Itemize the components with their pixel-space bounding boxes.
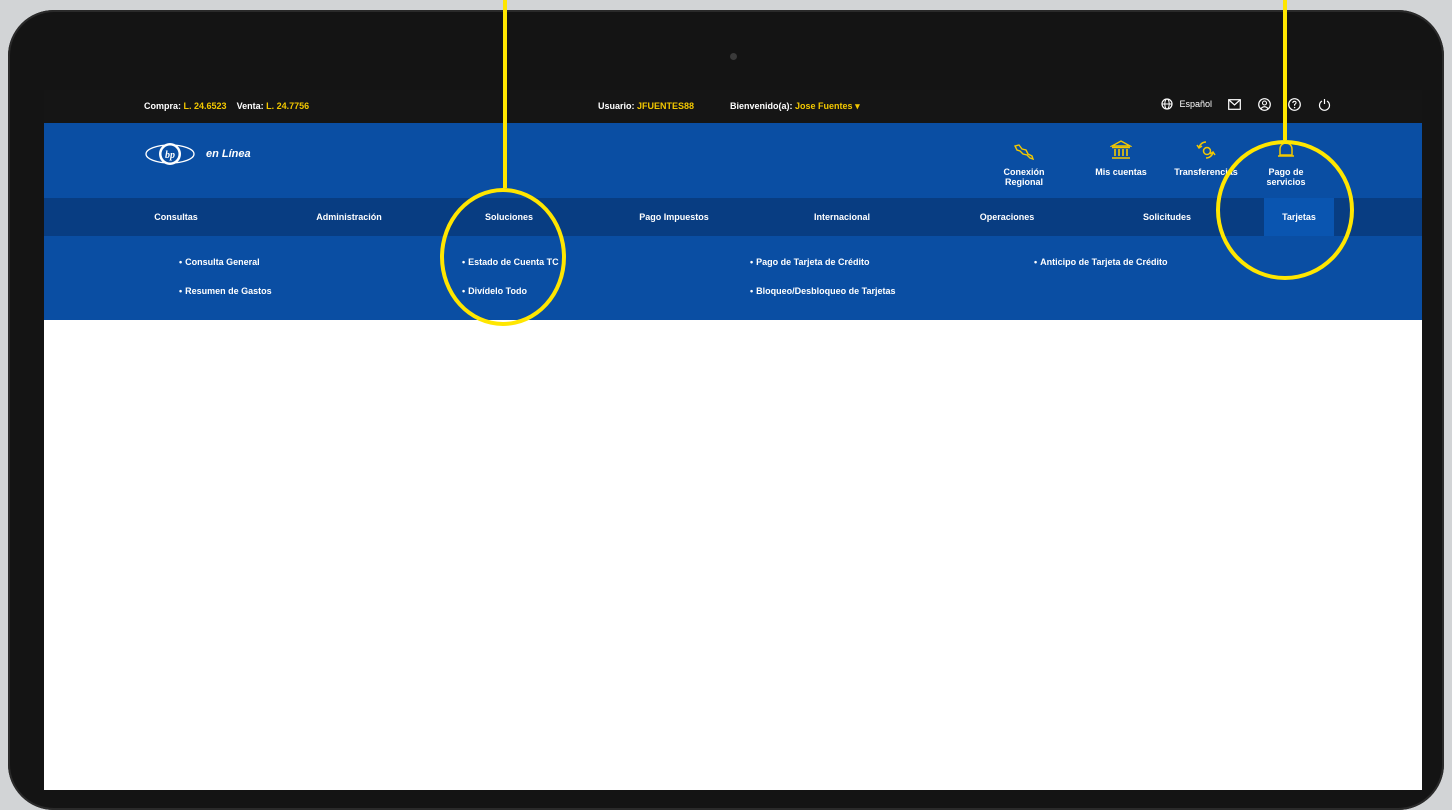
welcome-name: Jose Fuentes bbox=[795, 101, 853, 111]
callout-line-right bbox=[1283, 0, 1287, 140]
transfer-icon bbox=[1194, 129, 1218, 161]
site-header: bp en Línea Conexión Regional Mis cuenta… bbox=[44, 123, 1422, 198]
laptop-bezel: Compra: L. 24.6523 Venta: L. 24.7756 Usu… bbox=[8, 10, 1444, 810]
chevron-down-icon: ▾ bbox=[855, 101, 860, 111]
bank-icon bbox=[1110, 129, 1132, 161]
nav-internacional[interactable]: Internacional bbox=[792, 198, 892, 236]
map-icon bbox=[1013, 129, 1035, 161]
nav-solicitudes[interactable]: Solicitudes bbox=[1122, 198, 1212, 236]
submenu-anticipo-tarjeta[interactable]: Anticipo de Tarjeta de Crédito bbox=[1034, 257, 1167, 267]
svg-text:bp: bp bbox=[165, 150, 175, 161]
logo-emblem-icon: bp bbox=[145, 143, 195, 165]
callout-circle-right bbox=[1216, 140, 1354, 280]
nav-pago-impuestos[interactable]: Pago Impuestos bbox=[619, 198, 729, 236]
tarjetas-submenu: Consulta General Resumen de Gastos Estad… bbox=[44, 236, 1422, 320]
quick-link-regional[interactable]: Conexión Regional bbox=[994, 129, 1054, 187]
buy-rate-label: Compra: bbox=[144, 101, 182, 111]
welcome-label: Bienvenido(a): bbox=[730, 101, 793, 111]
nav-consultas[interactable]: Consultas bbox=[136, 198, 216, 236]
bank-logo[interactable]: bp en Línea bbox=[144, 139, 251, 169]
username-value: JFUENTES88 bbox=[637, 101, 695, 111]
power-icon[interactable] bbox=[1316, 96, 1332, 112]
help-icon[interactable] bbox=[1286, 96, 1302, 112]
mail-icon[interactable] bbox=[1226, 96, 1242, 112]
screen: Compra: L. 24.6523 Venta: L. 24.7756 Usu… bbox=[44, 90, 1422, 790]
quick-link-accounts[interactable]: Mis cuentas bbox=[1086, 129, 1156, 177]
username-display: Usuario: JFUENTES88 bbox=[598, 101, 694, 111]
buy-rate-value: L. 24.6523 bbox=[183, 101, 227, 111]
user-circle-icon[interactable] bbox=[1256, 96, 1272, 112]
nav-administracion[interactable]: Administración bbox=[294, 198, 404, 236]
nav-operaciones[interactable]: Operaciones bbox=[962, 198, 1052, 236]
submenu-pago-tarjeta[interactable]: Pago de Tarjeta de Crédito bbox=[750, 257, 869, 267]
logo-text: en Línea bbox=[206, 148, 251, 160]
quick-link-label: Regional bbox=[1004, 177, 1043, 187]
username-label: Usuario: bbox=[598, 101, 635, 111]
sell-rate-value: L. 24.7756 bbox=[266, 101, 310, 111]
language-selector[interactable]: Español bbox=[1159, 96, 1212, 112]
submenu-resumen-gastos[interactable]: Resumen de Gastos bbox=[179, 286, 272, 296]
globe-icon bbox=[1159, 96, 1175, 112]
sell-rate-label: Venta: bbox=[236, 101, 264, 111]
submenu-bloqueo-tarjetas[interactable]: Bloqueo/Desbloqueo de Tarjetas bbox=[750, 286, 895, 296]
callout-line-left bbox=[503, 0, 507, 188]
top-action-icons: Español bbox=[1159, 96, 1332, 112]
quick-link-label: Conexión bbox=[1003, 167, 1045, 177]
submenu-consulta-general[interactable]: Consulta General bbox=[179, 257, 260, 267]
welcome-dropdown[interactable]: Bienvenido(a): Jose Fuentes ▾ bbox=[730, 101, 860, 112]
camera-dot bbox=[730, 53, 737, 60]
quick-link-label: Mis cuentas bbox=[1095, 167, 1147, 177]
language-label: Español bbox=[1179, 99, 1212, 109]
exchange-rates: Compra: L. 24.6523 Venta: L. 24.7756 bbox=[144, 101, 309, 111]
top-info-bar: Compra: L. 24.6523 Venta: L. 24.7756 Usu… bbox=[44, 90, 1422, 123]
callout-circle-left bbox=[440, 188, 566, 326]
